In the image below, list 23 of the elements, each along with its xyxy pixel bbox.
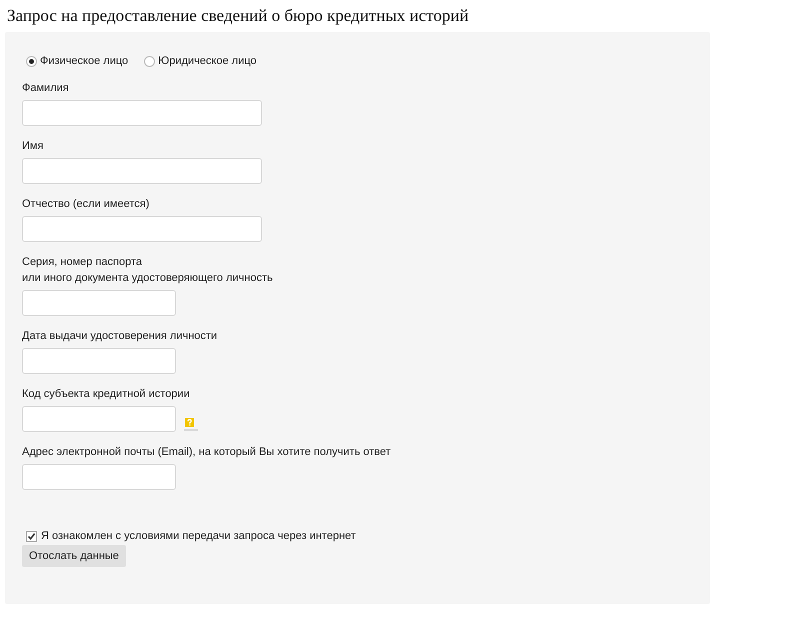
radio-label[interactable]: Физическое лицо bbox=[40, 55, 128, 67]
input-field[interactable] bbox=[22, 100, 262, 126]
radio-button[interactable] bbox=[26, 56, 37, 66]
input-field[interactable] bbox=[22, 158, 262, 184]
field-label: Имя bbox=[22, 139, 44, 154]
input-field[interactable] bbox=[22, 348, 176, 374]
input-field[interactable] bbox=[22, 290, 176, 316]
input-field[interactable] bbox=[22, 406, 176, 432]
radio-label[interactable]: Юридическое лицо bbox=[158, 55, 257, 67]
field-label: Серия, номер паспорта или иного документа удостоверяющего личность bbox=[22, 255, 274, 286]
radio-button[interactable] bbox=[144, 56, 156, 66]
submit-button[interactable]: Отослать данные bbox=[22, 545, 126, 567]
input-field[interactable] bbox=[22, 216, 262, 242]
field-label: Код субъекта кредитной истории bbox=[22, 387, 191, 402]
page-title: Запрос на предоставление сведений о бюро кредитных историй bbox=[6, 5, 470, 27]
field-label: Фамилия bbox=[22, 81, 70, 96]
help-icon[interactable] bbox=[184, 417, 198, 431]
field-label: Дата выдачи удостоверения личности bbox=[22, 329, 218, 344]
field-label: Отчество (если имеется) bbox=[22, 197, 150, 212]
input-field[interactable] bbox=[22, 464, 176, 490]
checkbox[interactable] bbox=[26, 530, 37, 542]
field-label: Адрес электронной почты (Email), на который Вы хотите получить ответ bbox=[22, 445, 392, 460]
checkbox-label[interactable]: Я ознакомлен с условиями передачи запроса через интернет bbox=[41, 530, 356, 542]
